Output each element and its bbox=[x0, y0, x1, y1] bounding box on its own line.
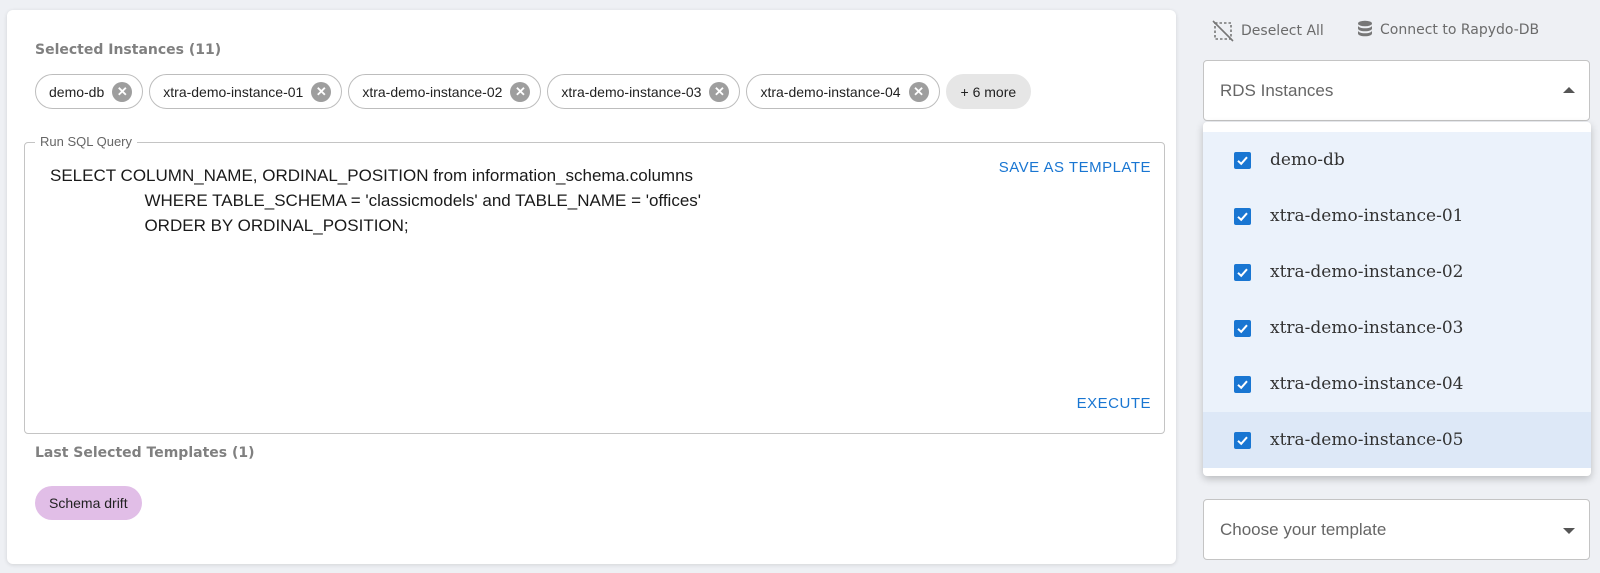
close-circle-icon[interactable]: ✕ bbox=[510, 81, 531, 102]
instance-chip-label: xtra-demo-instance-01 bbox=[163, 83, 304, 100]
rds-instances-menu: demo-db xtra-demo-instance-01 xtra-demo-… bbox=[1203, 122, 1591, 476]
execute-button[interactable]: EXECUTE bbox=[1077, 395, 1151, 412]
instance-chip-label: demo-db bbox=[49, 83, 105, 100]
menu-item-demo-db[interactable]: demo-db bbox=[1203, 132, 1591, 188]
rds-instances-select[interactable]: RDS Instances bbox=[1203, 60, 1590, 121]
menu-item-xtra-demo-instance-03[interactable]: xtra-demo-instance-03 bbox=[1203, 300, 1591, 356]
template-select-placeholder: Choose your template bbox=[1220, 519, 1387, 539]
sql-query-legend: Run SQL Query bbox=[35, 134, 138, 149]
instance-chip-label: xtra-demo-instance-04 bbox=[760, 83, 901, 100]
database-icon bbox=[1357, 20, 1373, 40]
close-circle-icon[interactable]: ✕ bbox=[112, 81, 133, 102]
selected-instances-chips: demo-db ✕ xtra-demo-instance-01 ✕ xtra-d… bbox=[35, 74, 1032, 109]
connect-rapydo-button[interactable]: Connect to Rapydo-DB bbox=[1357, 20, 1539, 40]
instance-chip[interactable]: xtra-demo-instance-02 ✕ bbox=[348, 74, 542, 109]
instance-chip[interactable]: xtra-demo-instance-04 ✕ bbox=[746, 74, 940, 109]
menu-item-label: xtra-demo-instance-02 bbox=[1270, 262, 1464, 282]
menu-item-label: xtra-demo-instance-01 bbox=[1270, 206, 1464, 226]
query-card: Selected Instances (11) demo-db ✕ xtra-d… bbox=[7, 10, 1176, 564]
menu-item-label: xtra-demo-instance-03 bbox=[1270, 318, 1464, 338]
menu-item-xtra-demo-instance-05[interactable]: xtra-demo-instance-05 bbox=[1203, 412, 1591, 468]
deselect-all-button[interactable]: Deselect All bbox=[1212, 20, 1324, 42]
close-circle-icon[interactable]: ✕ bbox=[311, 81, 332, 102]
close-circle-icon[interactable]: ✕ bbox=[908, 81, 929, 102]
checkbox-checked-icon[interactable] bbox=[1234, 375, 1251, 393]
close-circle-icon[interactable]: ✕ bbox=[709, 81, 730, 102]
checkbox-checked-icon[interactable] bbox=[1234, 263, 1251, 281]
checkbox-checked-icon[interactable] bbox=[1234, 431, 1251, 449]
sql-query-field[interactable]: Run SQL Query SELECT COLUMN_NAME, ORDINA… bbox=[24, 134, 1165, 434]
menu-item-label: demo-db bbox=[1270, 150, 1345, 170]
deselect-all-label: Deselect All bbox=[1241, 23, 1324, 39]
instance-chip-label: xtra-demo-instance-03 bbox=[561, 83, 702, 100]
checkbox-checked-icon[interactable] bbox=[1234, 151, 1251, 169]
template-select[interactable]: Choose your template bbox=[1203, 499, 1590, 560]
checkbox-checked-icon[interactable] bbox=[1234, 207, 1251, 225]
template-chip[interactable]: Schema drift bbox=[35, 486, 142, 520]
selected-instances-title: Selected Instances (11) bbox=[35, 42, 222, 58]
instance-chip[interactable]: xtra-demo-instance-01 ✕ bbox=[149, 74, 343, 109]
last-templates-title: Last Selected Templates (1) bbox=[35, 445, 255, 461]
save-as-template-button[interactable]: SAVE AS TEMPLATE bbox=[999, 159, 1151, 176]
checkbox-checked-icon[interactable] bbox=[1234, 319, 1251, 337]
menu-item-xtra-demo-instance-04[interactable]: xtra-demo-instance-04 bbox=[1203, 356, 1591, 412]
more-instances-chip[interactable]: + 6 more bbox=[945, 74, 1032, 109]
deselect-icon bbox=[1212, 20, 1234, 42]
menu-item-label: xtra-demo-instance-05 bbox=[1270, 430, 1464, 450]
instance-chip[interactable]: xtra-demo-instance-03 ✕ bbox=[547, 74, 741, 109]
sql-query-text[interactable]: SELECT COLUMN_NAME, ORDINAL_POSITION fro… bbox=[50, 163, 701, 238]
rds-instances-label: RDS Instances bbox=[1220, 80, 1334, 100]
instance-chip[interactable]: demo-db ✕ bbox=[35, 74, 144, 109]
instance-chip-label: xtra-demo-instance-02 bbox=[362, 83, 503, 100]
caret-up-icon bbox=[1563, 86, 1575, 93]
menu-item-xtra-demo-instance-02[interactable]: xtra-demo-instance-02 bbox=[1203, 244, 1591, 300]
menu-item-label: xtra-demo-instance-04 bbox=[1270, 374, 1464, 394]
menu-item-xtra-demo-instance-01[interactable]: xtra-demo-instance-01 bbox=[1203, 188, 1591, 244]
connect-rapydo-label: Connect to Rapydo-DB bbox=[1380, 22, 1540, 38]
caret-down-icon bbox=[1563, 527, 1575, 534]
